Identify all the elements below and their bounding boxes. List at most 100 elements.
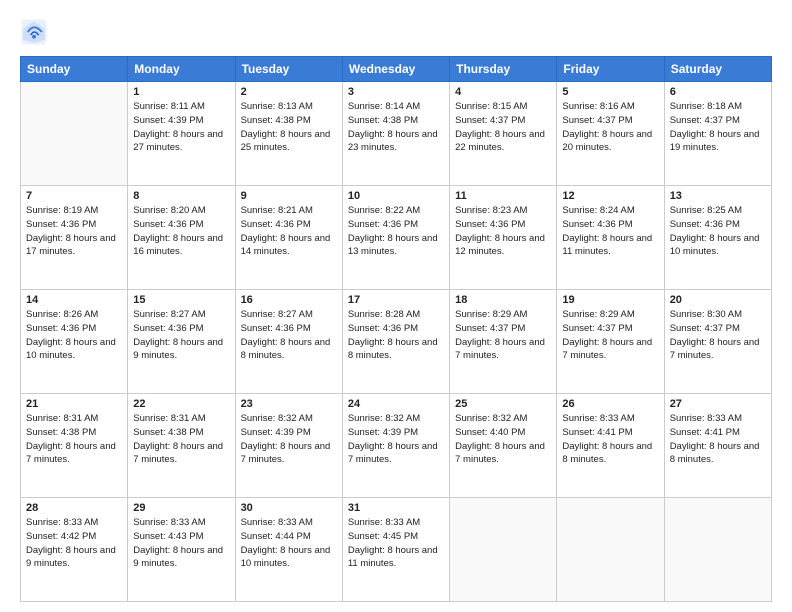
sunset-label: Sunset: 4:36 PM — [455, 219, 525, 230]
daylight-label: Daylight: 8 hours and 9 minutes. — [26, 545, 116, 570]
calendar-cell: 14 Sunrise: 8:26 AM Sunset: 4:36 PM Dayl… — [21, 290, 128, 394]
day-number: 28 — [26, 502, 122, 514]
calendar-cell: 10 Sunrise: 8:22 AM Sunset: 4:36 PM Dayl… — [342, 186, 449, 290]
sunset-label: Sunset: 4:37 PM — [455, 323, 525, 334]
day-number: 2 — [241, 86, 337, 98]
calendar-cell: 22 Sunrise: 8:31 AM Sunset: 4:38 PM Dayl… — [128, 394, 235, 498]
day-info: Sunrise: 8:15 AM Sunset: 4:37 PM Dayligh… — [455, 100, 551, 155]
calendar-cell: 23 Sunrise: 8:32 AM Sunset: 4:39 PM Dayl… — [235, 394, 342, 498]
day-number: 1 — [133, 86, 229, 98]
daylight-label: Daylight: 8 hours and 25 minutes. — [241, 129, 331, 154]
logo — [20, 18, 52, 46]
sunset-label: Sunset: 4:40 PM — [455, 427, 525, 438]
calendar-cell: 6 Sunrise: 8:18 AM Sunset: 4:37 PM Dayli… — [664, 82, 771, 186]
daylight-label: Daylight: 8 hours and 8 minutes. — [670, 441, 760, 466]
sunrise-label: Sunrise: 8:26 AM — [26, 309, 98, 320]
day-number: 25 — [455, 398, 551, 410]
sunset-label: Sunset: 4:39 PM — [133, 115, 203, 126]
sunset-label: Sunset: 4:43 PM — [133, 531, 203, 542]
sunset-label: Sunset: 4:36 PM — [348, 323, 418, 334]
week-row-0: 1 Sunrise: 8:11 AM Sunset: 4:39 PM Dayli… — [21, 82, 772, 186]
sunrise-label: Sunrise: 8:33 AM — [241, 517, 313, 528]
sunset-label: Sunset: 4:45 PM — [348, 531, 418, 542]
daylight-label: Daylight: 8 hours and 22 minutes. — [455, 129, 545, 154]
day-number: 30 — [241, 502, 337, 514]
sunset-label: Sunset: 4:36 PM — [133, 323, 203, 334]
day-info: Sunrise: 8:29 AM Sunset: 4:37 PM Dayligh… — [562, 308, 658, 363]
day-info: Sunrise: 8:32 AM Sunset: 4:39 PM Dayligh… — [241, 412, 337, 467]
day-info: Sunrise: 8:32 AM Sunset: 4:39 PM Dayligh… — [348, 412, 444, 467]
day-info: Sunrise: 8:25 AM Sunset: 4:36 PM Dayligh… — [670, 204, 766, 259]
day-info: Sunrise: 8:28 AM Sunset: 4:36 PM Dayligh… — [348, 308, 444, 363]
sunset-label: Sunset: 4:37 PM — [670, 323, 740, 334]
day-info: Sunrise: 8:33 AM Sunset: 4:44 PM Dayligh… — [241, 516, 337, 571]
day-info: Sunrise: 8:30 AM Sunset: 4:37 PM Dayligh… — [670, 308, 766, 363]
sunrise-label: Sunrise: 8:25 AM — [670, 205, 742, 216]
week-row-1: 7 Sunrise: 8:19 AM Sunset: 4:36 PM Dayli… — [21, 186, 772, 290]
day-info: Sunrise: 8:11 AM Sunset: 4:39 PM Dayligh… — [133, 100, 229, 155]
daylight-label: Daylight: 8 hours and 12 minutes. — [455, 233, 545, 258]
day-number: 29 — [133, 502, 229, 514]
daylight-label: Daylight: 8 hours and 9 minutes. — [133, 545, 223, 570]
calendar-cell: 20 Sunrise: 8:30 AM Sunset: 4:37 PM Dayl… — [664, 290, 771, 394]
calendar-cell — [450, 498, 557, 602]
daylight-label: Daylight: 8 hours and 7 minutes. — [562, 337, 652, 362]
sunrise-label: Sunrise: 8:32 AM — [348, 413, 420, 424]
sunset-label: Sunset: 4:36 PM — [670, 219, 740, 230]
day-info: Sunrise: 8:22 AM Sunset: 4:36 PM Dayligh… — [348, 204, 444, 259]
sunrise-label: Sunrise: 8:33 AM — [26, 517, 98, 528]
day-info: Sunrise: 8:21 AM Sunset: 4:36 PM Dayligh… — [241, 204, 337, 259]
day-number: 10 — [348, 190, 444, 202]
calendar-cell — [21, 82, 128, 186]
weekday-header-tuesday: Tuesday — [235, 57, 342, 82]
calendar-cell: 17 Sunrise: 8:28 AM Sunset: 4:36 PM Dayl… — [342, 290, 449, 394]
sunset-label: Sunset: 4:39 PM — [241, 427, 311, 438]
day-number: 7 — [26, 190, 122, 202]
sunrise-label: Sunrise: 8:33 AM — [562, 413, 634, 424]
calendar-cell: 28 Sunrise: 8:33 AM Sunset: 4:42 PM Dayl… — [21, 498, 128, 602]
sunset-label: Sunset: 4:44 PM — [241, 531, 311, 542]
day-number: 8 — [133, 190, 229, 202]
day-number: 21 — [26, 398, 122, 410]
calendar-cell: 24 Sunrise: 8:32 AM Sunset: 4:39 PM Dayl… — [342, 394, 449, 498]
daylight-label: Daylight: 8 hours and 27 minutes. — [133, 129, 223, 154]
sunset-label: Sunset: 4:38 PM — [348, 115, 418, 126]
day-number: 12 — [562, 190, 658, 202]
daylight-label: Daylight: 8 hours and 11 minutes. — [562, 233, 652, 258]
calendar-cell: 4 Sunrise: 8:15 AM Sunset: 4:37 PM Dayli… — [450, 82, 557, 186]
day-number: 9 — [241, 190, 337, 202]
sunrise-label: Sunrise: 8:21 AM — [241, 205, 313, 216]
sunrise-label: Sunrise: 8:33 AM — [670, 413, 742, 424]
day-number: 11 — [455, 190, 551, 202]
daylight-label: Daylight: 8 hours and 19 minutes. — [670, 129, 760, 154]
sunrise-label: Sunrise: 8:32 AM — [455, 413, 527, 424]
week-row-3: 21 Sunrise: 8:31 AM Sunset: 4:38 PM Dayl… — [21, 394, 772, 498]
calendar-cell: 16 Sunrise: 8:27 AM Sunset: 4:36 PM Dayl… — [235, 290, 342, 394]
sunset-label: Sunset: 4:36 PM — [348, 219, 418, 230]
daylight-label: Daylight: 8 hours and 7 minutes. — [348, 441, 438, 466]
daylight-label: Daylight: 8 hours and 11 minutes. — [348, 545, 438, 570]
weekday-header-row: SundayMondayTuesdayWednesdayThursdayFrid… — [21, 57, 772, 82]
day-info: Sunrise: 8:33 AM Sunset: 4:41 PM Dayligh… — [670, 412, 766, 467]
day-info: Sunrise: 8:32 AM Sunset: 4:40 PM Dayligh… — [455, 412, 551, 467]
sunrise-label: Sunrise: 8:33 AM — [348, 517, 420, 528]
day-number: 13 — [670, 190, 766, 202]
week-row-2: 14 Sunrise: 8:26 AM Sunset: 4:36 PM Dayl… — [21, 290, 772, 394]
sunset-label: Sunset: 4:37 PM — [670, 115, 740, 126]
sunset-label: Sunset: 4:36 PM — [241, 323, 311, 334]
daylight-label: Daylight: 8 hours and 7 minutes. — [455, 337, 545, 362]
daylight-label: Daylight: 8 hours and 7 minutes. — [670, 337, 760, 362]
daylight-label: Daylight: 8 hours and 10 minutes. — [670, 233, 760, 258]
day-info: Sunrise: 8:24 AM Sunset: 4:36 PM Dayligh… — [562, 204, 658, 259]
calendar-body: 1 Sunrise: 8:11 AM Sunset: 4:39 PM Dayli… — [21, 82, 772, 602]
calendar-cell: 29 Sunrise: 8:33 AM Sunset: 4:43 PM Dayl… — [128, 498, 235, 602]
weekday-header-friday: Friday — [557, 57, 664, 82]
calendar-cell: 7 Sunrise: 8:19 AM Sunset: 4:36 PM Dayli… — [21, 186, 128, 290]
daylight-label: Daylight: 8 hours and 7 minutes. — [26, 441, 116, 466]
sunset-label: Sunset: 4:38 PM — [133, 427, 203, 438]
sunset-label: Sunset: 4:37 PM — [562, 115, 632, 126]
daylight-label: Daylight: 8 hours and 8 minutes. — [241, 337, 331, 362]
calendar-cell: 3 Sunrise: 8:14 AM Sunset: 4:38 PM Dayli… — [342, 82, 449, 186]
sunrise-label: Sunrise: 8:27 AM — [133, 309, 205, 320]
day-number: 5 — [562, 86, 658, 98]
